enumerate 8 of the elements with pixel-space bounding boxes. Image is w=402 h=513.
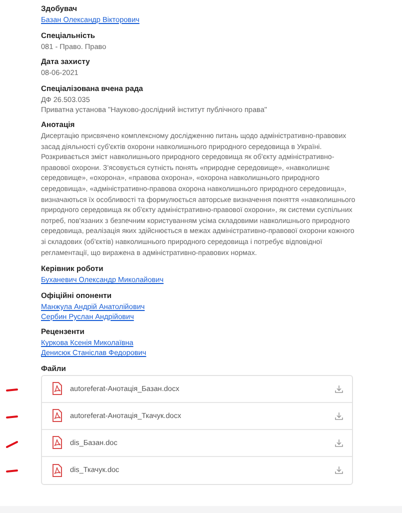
pdf-file-icon — [52, 382, 62, 396]
download-icon[interactable] — [335, 438, 343, 447]
pdf-file-icon — [52, 409, 62, 422]
download-icon[interactable] — [335, 384, 343, 393]
download-icon[interactable] — [335, 466, 343, 474]
download-icon[interactable] — [335, 412, 343, 420]
pdf-file-icon — [52, 464, 62, 477]
pdf-file-icon — [52, 436, 62, 450]
